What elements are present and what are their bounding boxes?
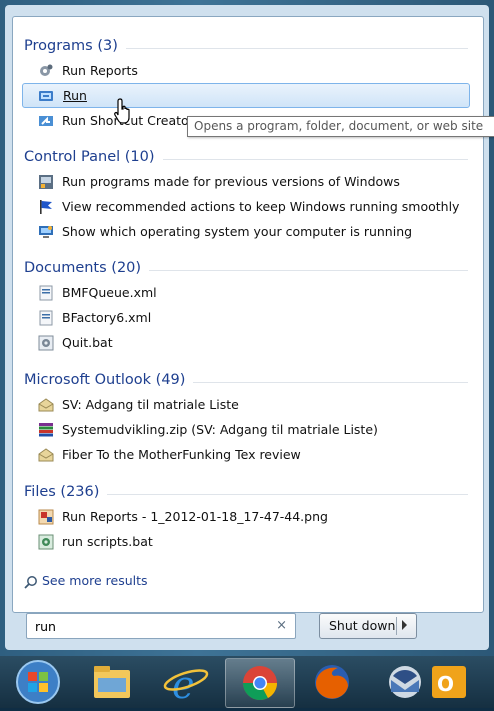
group-title[interactable]: Microsoft Outlook (49) — [24, 372, 194, 388]
result-label: SV: Adgang til matriale Liste — [62, 397, 239, 412]
result-item[interactable]: Run Reports — [22, 58, 470, 83]
result-label: View recommended actions to keep Windows… — [62, 199, 460, 214]
search-input[interactable] — [33, 618, 267, 635]
result-label: Run programs made for previous versions … — [62, 174, 400, 189]
result-item[interactable]: Run programs made for previous versions … — [22, 169, 470, 194]
result-item[interactable]: run scripts.bat — [22, 529, 470, 554]
result-label: Run Reports — [62, 63, 138, 78]
bat-file-icon — [38, 335, 54, 351]
ie-icon[interactable]: e — [152, 658, 220, 707]
result-label: Quit.bat — [62, 335, 113, 350]
result-item[interactable]: Fiber To the MotherFunking Tex review — [22, 442, 470, 467]
result-label: Run Reports - 1_2012-01-18_17-47-44.png — [62, 509, 328, 524]
shutdown-label: Shut down — [329, 618, 396, 633]
search-box[interactable]: × — [26, 613, 296, 639]
result-item[interactable]: Systemudvikling.zip (SV: Adgang til matr… — [22, 417, 470, 442]
hand-cursor-icon — [114, 98, 130, 124]
group-title[interactable]: Documents (20) — [24, 260, 150, 276]
system-icon — [39, 226, 53, 238]
search-icon — [24, 575, 37, 589]
see-more-label: See more results — [42, 573, 148, 588]
result-label: Run — [63, 88, 87, 103]
shutdown-options-arrow-icon[interactable] — [402, 620, 407, 630]
mail-icon — [38, 448, 54, 462]
group-documents: Documents (20) BMFQueue.xml BFactory6.xm… — [12, 258, 482, 355]
result-item[interactable]: Run Reports - 1_2012-01-18_17-47-44.png — [22, 504, 470, 529]
shutdown-button[interactable]: Shut down — [319, 613, 417, 639]
svg-text:O: O — [437, 672, 454, 696]
start-orb-icon[interactable] — [4, 658, 72, 706]
result-item-selected[interactable]: Run — [22, 83, 470, 108]
result-label: Show which operating system your compute… — [62, 224, 413, 239]
result-item[interactable]: Show which operating system your compute… — [22, 219, 470, 244]
mail-icon — [38, 398, 54, 412]
result-label: Fiber To the MotherFunking Tex review — [62, 447, 301, 462]
result-item[interactable]: View recommended actions to keep Windows… — [22, 194, 470, 219]
bat-file-icon — [38, 534, 54, 550]
flag-icon — [40, 200, 52, 214]
group-title[interactable]: Files (236) — [24, 484, 108, 500]
compat-icon — [39, 175, 53, 189]
shutdown-separator — [396, 617, 397, 635]
image-file-icon — [38, 509, 54, 525]
start-menu: Programs (3) Run Reports Run Run Shortcu… — [0, 0, 494, 656]
group-title[interactable]: Control Panel (10) — [24, 149, 163, 165]
xml-file-icon — [39, 285, 53, 301]
result-label: run scripts.bat — [62, 534, 153, 549]
group-title[interactable]: Programs (3) — [24, 38, 126, 54]
result-item[interactable]: SV: Adgang til matriale Liste — [22, 392, 470, 417]
tooltip: Opens a program, folder, document, or we… — [187, 116, 494, 137]
xml-file-icon — [39, 310, 53, 326]
result-label: BMFQueue.xml — [62, 285, 157, 300]
thunderbird-icon[interactable] — [371, 658, 439, 706]
gear-icon — [40, 64, 53, 76]
see-more-results-link[interactable]: See more results — [24, 573, 148, 589]
result-label: BFactory6.xml — [62, 310, 152, 325]
taskbar: e O — [0, 656, 494, 708]
clear-search-icon[interactable]: × — [276, 618, 287, 633]
result-item[interactable]: BFactory6.xml — [22, 305, 470, 330]
result-item[interactable]: BMFQueue.xml — [22, 280, 470, 305]
explorer-icon[interactable] — [78, 658, 146, 706]
result-label: Systemudvikling.zip (SV: Adgang til matr… — [62, 422, 378, 437]
zip-icon — [39, 423, 53, 437]
run-icon — [39, 91, 53, 101]
group-outlook: Microsoft Outlook (49) SV: Adgang til ma… — [12, 370, 482, 467]
result-item[interactable]: Quit.bat — [22, 330, 470, 355]
group-files: Files (236) Run Reports - 1_2012-01-18_1… — [12, 482, 482, 554]
group-control-panel: Control Panel (10) Run programs made for… — [12, 147, 482, 244]
firefox-icon[interactable] — [298, 658, 366, 706]
chrome-icon[interactable] — [225, 658, 295, 708]
outlook-icon[interactable]: O — [430, 658, 494, 706]
shortcut-icon — [39, 116, 53, 126]
